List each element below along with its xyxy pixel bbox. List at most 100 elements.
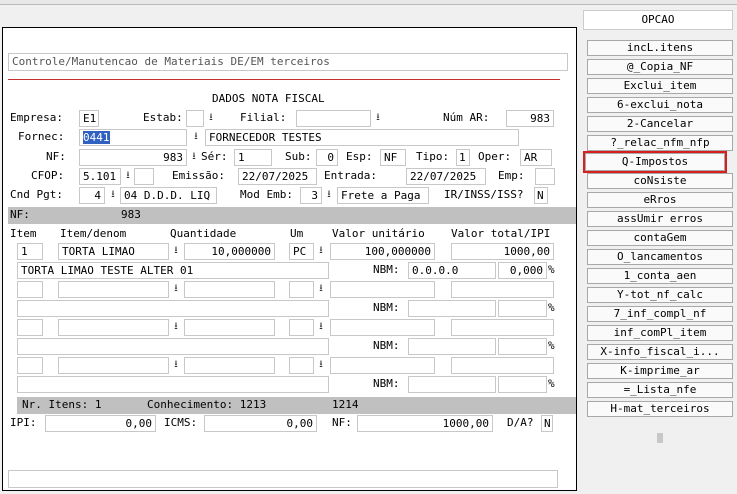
menu-button-relac-nfm-nfp[interactable]: ?_relac_nfm_nfp: [587, 135, 733, 151]
entrada-field[interactable]: 22/07/2025: [406, 168, 486, 185]
menu-button-inf-compl-item[interactable]: inf_comPl_item: [587, 325, 733, 341]
status-field: [8, 470, 558, 488]
row4-nbm-field[interactable]: [408, 376, 496, 393]
nf-field[interactable]: 983: [79, 149, 187, 166]
esp-field[interactable]: NF: [380, 149, 406, 166]
menu-button-7-inf-compl-nf[interactable]: 7_inf_compl_nf: [587, 306, 733, 322]
mod-emb-dropdown-icon[interactable]: ⭳: [322, 187, 336, 204]
menu-button-o-lancamentos[interactable]: O_lancamentos: [587, 249, 733, 265]
icms-total-field[interactable]: 0,00: [204, 415, 317, 432]
row4-ipi-pct-field[interactable]: [498, 376, 547, 393]
row2-qtd-field[interactable]: [184, 281, 275, 298]
menu-button-erros[interactable]: eRros: [587, 192, 733, 208]
row4-unit-field[interactable]: [330, 357, 435, 374]
menu-button-2-cancelar[interactable]: 2-Cancelar: [587, 116, 733, 132]
oper-field[interactable]: AR: [520, 149, 552, 166]
nf-total-field[interactable]: 1000,00: [357, 415, 493, 432]
row3-qtd-field[interactable]: [184, 319, 275, 336]
ir-field[interactable]: N: [534, 187, 548, 204]
row2-nbm-field[interactable]: [408, 300, 496, 317]
filial-field[interactable]: [296, 110, 371, 127]
cnd-pgt-desc-field[interactable]: 04 D.D.D. LIQ: [120, 187, 217, 204]
row2-desc-field[interactable]: [17, 300, 329, 317]
nf-dropdown-icon[interactable]: ⭳: [187, 149, 201, 166]
row2-total-field[interactable]: [451, 281, 554, 298]
cfop-dropdown-icon[interactable]: ⭳: [121, 168, 135, 185]
row2-item-field[interactable]: [17, 281, 43, 298]
row1-ipi-pct-field[interactable]: 0,000: [498, 262, 547, 279]
row4-um-dropdown-icon[interactable]: ⭳: [314, 357, 328, 374]
row1-unit-field[interactable]: 100,000000: [330, 243, 435, 260]
row2-unit-field[interactable]: [330, 281, 435, 298]
row2-um-field[interactable]: [289, 281, 314, 298]
row4-um-field[interactable]: [289, 357, 314, 374]
scroll-handle-icon[interactable]: [657, 433, 663, 443]
mod-emb-desc-field[interactable]: Frete a Paga: [337, 187, 429, 204]
row1-denom-dropdown-icon[interactable]: ⭳: [169, 243, 183, 260]
tipo-field[interactable]: 1: [456, 149, 470, 166]
cfop-extra-field[interactable]: [134, 168, 154, 185]
menu-button-assumir-erros[interactable]: assUmir erros: [587, 211, 733, 227]
row3-item-field[interactable]: [17, 319, 43, 336]
row1-item-field[interactable]: 1: [17, 243, 43, 260]
filial-dropdown-icon[interactable]: ⭳: [371, 110, 385, 127]
cnd-pgt-dropdown-icon[interactable]: ⭳: [106, 187, 120, 204]
row3-denom-dropdown-icon[interactable]: ⭳: [169, 319, 183, 336]
fornec-code-field[interactable]: 0441: [79, 129, 187, 146]
row4-total-field[interactable]: [451, 357, 554, 374]
row4-item-field[interactable]: [17, 357, 43, 374]
da-field[interactable]: N: [541, 415, 553, 432]
row2-denom-field[interactable]: [58, 281, 169, 298]
menu-button-copia-nf[interactable]: @_Copia_NF: [587, 59, 733, 75]
menu-button-x-info-fiscal-i[interactable]: X-info_fiscal_i...: [587, 344, 733, 360]
row3-desc-field[interactable]: [17, 338, 329, 355]
ser-field[interactable]: 1: [234, 149, 272, 166]
menu-button-y-tot-nf-calc[interactable]: Y-tot_nf_calc: [587, 287, 733, 303]
menu-button-q-impostos[interactable]: Q-Impostos: [583, 151, 727, 173]
da-label: D/A?: [507, 416, 534, 429]
row4-desc-field[interactable]: [17, 376, 329, 393]
row3-nbm-field[interactable]: [408, 338, 496, 355]
row4-qtd-field[interactable]: [184, 357, 275, 374]
menu-button-h-mat-terceiros[interactable]: H-mat_terceiros: [587, 401, 733, 417]
menu-button-contagem[interactable]: contaGem: [587, 230, 733, 246]
sub-field[interactable]: 0: [316, 149, 338, 166]
row1-nbm-field[interactable]: 0.0.0.0: [408, 262, 496, 279]
cnd-pgt-code-field[interactable]: 4: [79, 187, 105, 204]
empresa-field[interactable]: E1: [79, 110, 99, 127]
row3-ipi-pct-field[interactable]: [498, 338, 547, 355]
cfop-field[interactable]: 5.101: [79, 168, 121, 185]
row1-um-field[interactable]: PC: [289, 243, 314, 260]
row2-denom-dropdown-icon[interactable]: ⭳: [169, 281, 183, 298]
menu-button-1-conta-aen[interactable]: 1_conta_aen: [587, 268, 733, 284]
menu-button-consiste[interactable]: coNsiste: [587, 173, 733, 189]
estab-dropdown-icon[interactable]: ⭳: [204, 110, 218, 127]
fornec-name-field[interactable]: FORNECEDOR TESTES: [205, 129, 519, 146]
row1-um-dropdown-icon[interactable]: ⭳: [314, 243, 328, 260]
row2-um-dropdown-icon[interactable]: ⭳: [314, 281, 328, 298]
num-ar-field[interactable]: 983: [506, 110, 554, 127]
menu-button-6-exclui-nota[interactable]: 6-exclui_nota: [587, 97, 733, 113]
row3-unit-field[interactable]: [330, 319, 435, 336]
row1-total-field[interactable]: 1000,00: [451, 243, 554, 260]
menu-button-exclui-item[interactable]: Exclui_item: [587, 78, 733, 94]
row4-denom-field[interactable]: [58, 357, 169, 374]
estab-field[interactable]: [186, 110, 204, 127]
ipi-total-field[interactable]: 0,00: [45, 415, 156, 432]
menu-button-k-imprime-ar[interactable]: K-imprime_ar: [587, 363, 733, 379]
menu-button-incl-itens[interactable]: incL.itens: [587, 40, 733, 56]
emp-field[interactable]: [535, 168, 555, 185]
row1-qtd-field[interactable]: 10,000000: [184, 243, 275, 260]
row3-total-field[interactable]: [451, 319, 554, 336]
fornec-dropdown-icon[interactable]: ⭳: [189, 129, 203, 146]
row4-denom-dropdown-icon[interactable]: ⭳: [169, 357, 183, 374]
row3-um-dropdown-icon[interactable]: ⭳: [314, 319, 328, 336]
row3-denom-field[interactable]: [58, 319, 169, 336]
row1-denom-field[interactable]: TORTA LIMAO: [58, 243, 169, 260]
mod-emb-code-field[interactable]: 3: [300, 187, 322, 204]
row3-um-field[interactable]: [289, 319, 314, 336]
row2-ipi-pct-field[interactable]: [498, 300, 547, 317]
row1-desc-field[interactable]: TORTA LIMAO TESTE ALTER 01: [17, 262, 329, 279]
emissao-field[interactable]: 22/07/2025: [238, 168, 317, 185]
menu-button-lista-nfe[interactable]: =_Lista_nfe: [587, 382, 733, 398]
